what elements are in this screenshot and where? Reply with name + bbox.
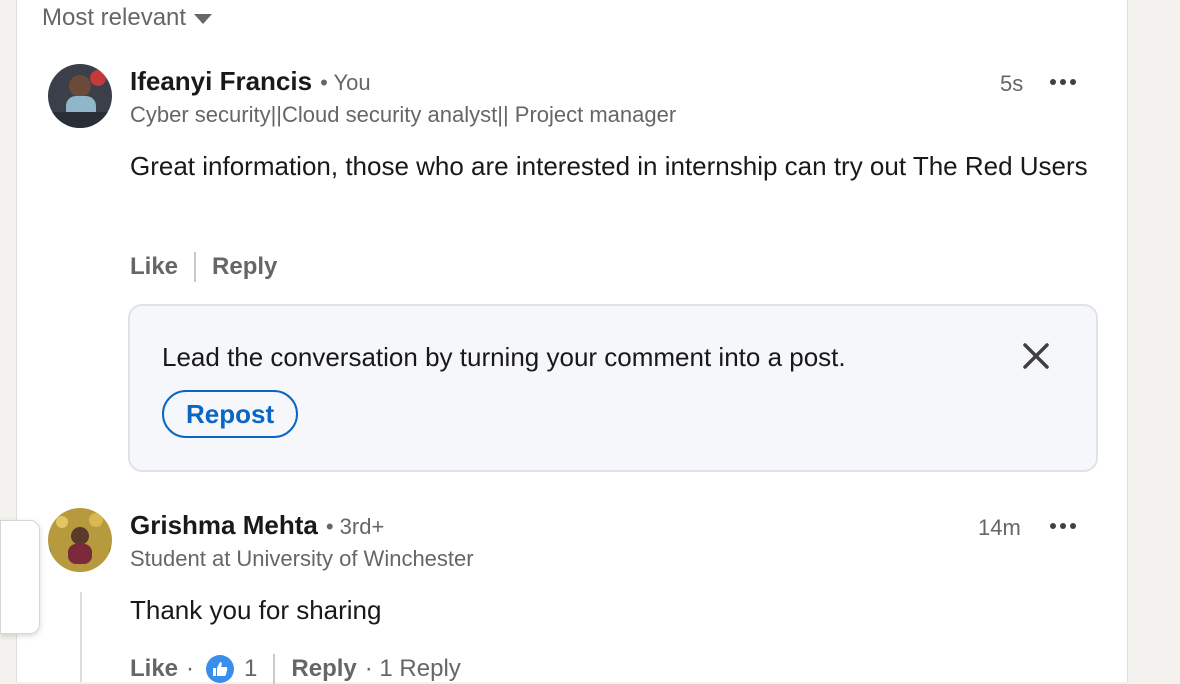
connection-degree: • You xyxy=(320,70,371,95)
like-thumb-icon[interactable] xyxy=(206,655,235,683)
reply-button[interactable]: Reply xyxy=(212,253,277,281)
author-headline: Cyber security||Cloud security analyst||… xyxy=(130,102,677,127)
prompt-text: Lead the conversation by turning your co… xyxy=(162,342,846,372)
repost-prompt: Lead the conversation by turning your co… xyxy=(128,304,1098,472)
comment-author[interactable]: Grishma Mehta xyxy=(130,510,318,541)
close-icon[interactable] xyxy=(1018,338,1054,374)
like-button[interactable]: Like xyxy=(130,655,178,683)
avatar-image xyxy=(48,508,112,572)
avatar-image xyxy=(48,64,112,128)
replies-count-link[interactable]: · 1 Reply xyxy=(365,655,461,683)
comment-author[interactable]: Ifeanyi Francis xyxy=(130,66,312,97)
side-panel xyxy=(0,520,40,634)
more-horizontal-icon xyxy=(1050,79,1056,85)
sort-label: Most relevant xyxy=(42,4,187,31)
repost-button[interactable]: Repost xyxy=(162,390,299,438)
like-button[interactable]: Like xyxy=(130,253,178,281)
reaction-count[interactable]: 1 xyxy=(244,655,257,683)
separator-dot: · xyxy=(186,655,195,682)
reply-button[interactable]: Reply xyxy=(291,655,356,683)
author-headline: Student at University of Winchester xyxy=(130,546,474,571)
comment-timestamp: 5s xyxy=(1000,71,1024,96)
divider xyxy=(273,654,276,684)
thread-line xyxy=(80,592,82,682)
comment-author-row: Ifeanyi Francis • You xyxy=(130,66,371,97)
comment-actions: Like Reply xyxy=(130,252,277,282)
comment-author-row: Grishma Mehta • 3rd+ xyxy=(130,510,384,541)
divider xyxy=(194,252,197,282)
avatar[interactable] xyxy=(48,64,112,128)
connection-degree: • 3rd+ xyxy=(325,514,385,539)
sort-dropdown[interactable]: Most relevant xyxy=(42,4,213,32)
comment-text: Great information, those who are interes… xyxy=(130,151,1088,181)
comment-text: Thank you for sharing xyxy=(130,595,382,625)
comment-actions: Like · 1 Reply · 1 Reply xyxy=(130,654,461,684)
avatar[interactable] xyxy=(48,508,112,572)
more-options-button[interactable] xyxy=(1046,516,1080,536)
more-horizontal-icon xyxy=(1050,523,1056,529)
chevron-down-icon xyxy=(194,14,213,24)
comment-timestamp: 14m xyxy=(978,515,1021,540)
more-options-button[interactable] xyxy=(1046,72,1080,92)
